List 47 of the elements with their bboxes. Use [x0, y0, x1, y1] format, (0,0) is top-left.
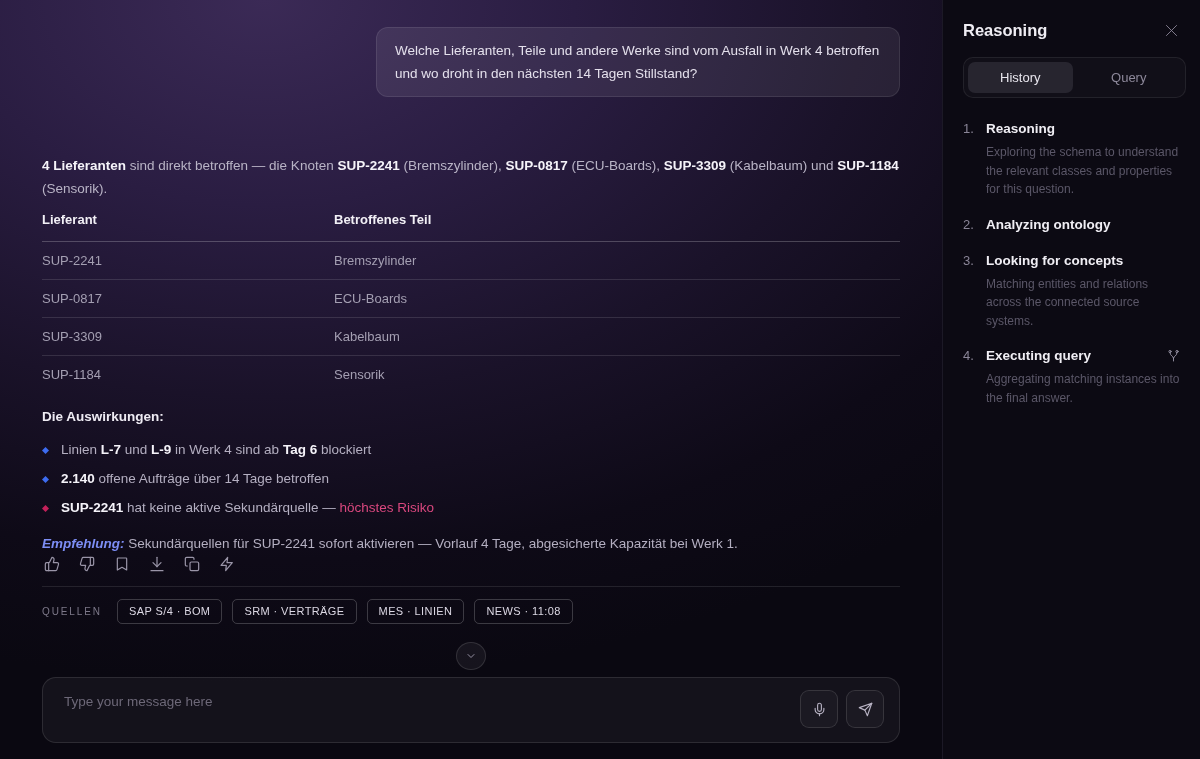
step-title: Reasoning: [986, 120, 1055, 138]
step-title: Executing query: [986, 347, 1092, 365]
thumbs-up-icon[interactable]: [44, 556, 60, 572]
close-icon[interactable]: [1166, 24, 1177, 36]
step-number: 2.: [963, 215, 975, 234]
step-number: 4.: [963, 347, 975, 365]
table-cell: SUP-2241: [42, 241, 334, 280]
tab[interactable]: Query: [1076, 62, 1181, 93]
recommendation-text: Empfehlung: Sekundärquellen für SUP-2241 sofort aktivieren — Vorlauf 4 Tage, abgesicherte Kapazität bei Werk 1.: [42, 535, 739, 553]
step-number: 3.: [963, 251, 975, 270]
source-chip[interactable]: SAP S/4 · BOM: [117, 599, 223, 624]
download-icon[interactable]: [149, 556, 165, 572]
microphone-icon: [811, 701, 827, 717]
send-icon: [857, 701, 873, 717]
impact-text: 2.140 offene Aufträge über 14 Tage betroffen: [61, 470, 329, 488]
source-chip[interactable]: MES · LINIEN: [366, 599, 465, 624]
section-heading: Die Auswirkungen:: [42, 408, 165, 426]
table-cell: ECU-Boards: [334, 279, 900, 318]
table-cell: SUP-1184: [42, 355, 334, 393]
source-chip[interactable]: NEWS · 11:08: [474, 599, 573, 624]
bookmark-icon[interactable]: [114, 556, 130, 572]
step-description: Aggregating matching instances into the final answer.: [986, 371, 1181, 407]
panel-title: Reasoning: [963, 20, 1048, 40]
column-header: Lieferant: [42, 206, 334, 242]
table-cell: Kabelbaum: [334, 317, 900, 356]
sources-label: QUELLEN: [42, 605, 102, 619]
impact-text: SUP-2241 hat keine aktive Sekundärquelle — höchstes Risiko: [61, 499, 434, 517]
table-cell: Sensorik: [334, 355, 900, 393]
table-cell: SUP-3309: [42, 317, 334, 356]
step-title: Looking for concepts: [986, 251, 1124, 270]
column-header: Betroffenes Teil: [334, 206, 900, 242]
thumbs-down-icon[interactable]: [79, 556, 95, 572]
send-button[interactable]: [846, 690, 884, 728]
step-number: 1.: [963, 120, 975, 138]
step-description: Matching entities and relations across the connected source systems.: [986, 275, 1150, 330]
impact-text: Linien L-7 und L-9 in Werk 4 sind ab Tag 6 blockiert: [61, 441, 372, 459]
table-cell: SUP-0817: [42, 279, 334, 318]
copy-icon[interactable]: [184, 556, 200, 572]
step-title: Analyzing ontology: [986, 215, 1111, 234]
step-description: Exploring the schema to understand the relevant classes and properties for this question.: [986, 144, 1180, 198]
answer-paragraph: 4 Lieferanten sind direkt betroffen — die Knoten SUP-2241 (Bremszylinder), SUP-0817 (ECU-Boards), SUP-3309 (Kabelbaum) und SUP-1184 (Sensorik).: [42, 157, 900, 198]
user-message: Welche Lieferanten, Teile und andere Werke sind vom Ausfall in Werk 4 betroffen und wo droht in den nächsten 14 Tagen Stillstand?: [376, 27, 900, 97]
lightning-icon[interactable]: [219, 556, 235, 572]
microphone-button[interactable]: [800, 690, 838, 728]
source-chip[interactable]: SRM · VERTRÄGE: [232, 599, 357, 624]
tab[interactable]: History: [968, 62, 1073, 93]
table-cell: Bremszylinder: [334, 241, 900, 280]
